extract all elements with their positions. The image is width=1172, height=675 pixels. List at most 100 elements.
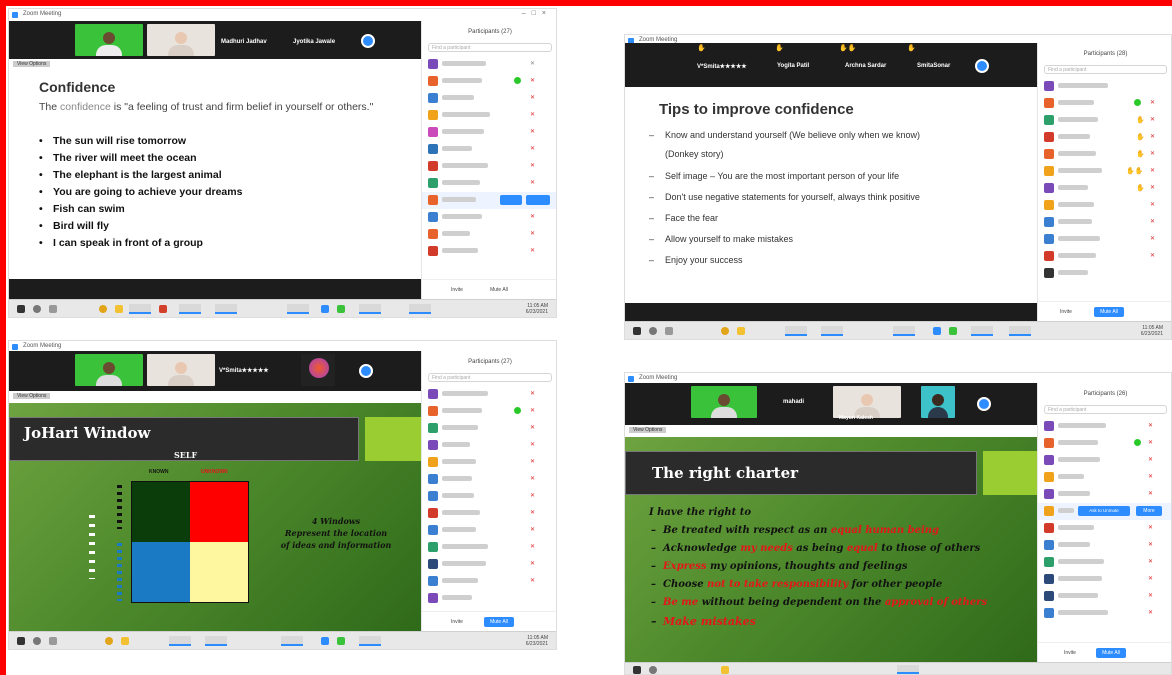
participant-row[interactable]: ✕ <box>422 141 556 158</box>
participant-row[interactable]: ✕ <box>422 420 556 437</box>
chrome-icon[interactable] <box>721 327 729 335</box>
participant-video-tile[interactable] <box>147 354 215 386</box>
window-controls[interactable]: –□× <box>522 10 552 17</box>
more-button[interactable] <box>526 195 550 205</box>
app-icon[interactable] <box>337 305 345 313</box>
folder-icon[interactable] <box>737 327 745 335</box>
participant-row[interactable]: ✕ <box>422 522 556 539</box>
participant-row[interactable]: ✕ <box>422 403 556 420</box>
participant-row[interactable] <box>1038 265 1171 282</box>
mic-muted-icon[interactable]: ✕ <box>1148 558 1153 565</box>
taskbar-app[interactable] <box>409 304 431 314</box>
mic-muted-icon[interactable]: ✕ <box>1150 133 1155 140</box>
participant-row[interactable]: ✕ <box>1038 197 1171 214</box>
participant-video-tile[interactable] <box>691 386 757 418</box>
mic-muted-icon[interactable]: ✕ <box>530 492 535 499</box>
windows-start-icon[interactable] <box>17 637 25 645</box>
participant-row[interactable]: ✕ <box>1038 231 1171 248</box>
participant-row[interactable]: ✕ <box>422 124 556 141</box>
mic-muted-icon[interactable]: ✕ <box>530 128 535 135</box>
participant-row[interactable]: ✕ <box>422 243 556 260</box>
participant-name-tile[interactable]: V*Smita★★★★★ <box>697 63 747 70</box>
mic-muted-icon[interactable]: ✕ <box>1150 201 1155 208</box>
taskbar-app-zoom[interactable] <box>893 326 915 336</box>
task-view-icon[interactable] <box>665 327 673 335</box>
participant-row[interactable]: ✕ <box>1038 248 1171 265</box>
ask-to-unmute-button[interactable]: Ask to Unmute <box>1078 506 1130 516</box>
participant-row[interactable]: ✕ <box>422 226 556 243</box>
mic-muted-icon[interactable]: ✕ <box>530 577 535 584</box>
taskbar-app[interactable] <box>129 304 151 314</box>
windows-start-icon[interactable] <box>633 666 641 674</box>
invite-button[interactable]: Invite <box>444 617 470 627</box>
mic-muted-icon[interactable]: ✕ <box>1148 575 1153 582</box>
next-page-icon[interactable] <box>975 59 989 73</box>
participant-row[interactable]: ✕ <box>422 56 556 73</box>
participant-name-tile[interactable]: Jyotika Jawale <box>293 39 335 45</box>
mic-muted-icon[interactable]: ✕ <box>1150 167 1155 174</box>
participant-row[interactable]: ✕ <box>422 158 556 175</box>
participant-row[interactable]: ✕ <box>422 209 556 226</box>
participant-row[interactable]: ✋ ✕ <box>1038 146 1171 163</box>
mute-all-button[interactable]: Mute All <box>484 617 514 627</box>
mic-muted-icon[interactable]: ✕ <box>530 145 535 152</box>
participant-row[interactable]: ✕ <box>422 90 556 107</box>
participant-row[interactable]: ✕ <box>1038 571 1171 588</box>
chrome-icon[interactable] <box>105 637 113 645</box>
taskbar-app[interactable] <box>169 636 191 646</box>
search-icon[interactable] <box>649 327 657 335</box>
next-page-icon[interactable] <box>359 364 373 378</box>
mic-muted-icon[interactable]: ✕ <box>530 458 535 465</box>
participant-search-input[interactable]: Find a participant <box>428 373 552 382</box>
mic-muted-icon[interactable]: ✕ <box>1148 439 1153 446</box>
mic-muted-icon[interactable]: ✕ <box>1148 490 1153 497</box>
unmute-button[interactable] <box>500 195 522 205</box>
app-icon[interactable] <box>337 637 345 645</box>
participant-video-tile[interactable] <box>921 386 955 418</box>
participant-video-tile[interactable] <box>75 24 143 56</box>
task-view-icon[interactable] <box>49 637 57 645</box>
view-options-bar[interactable]: View Options <box>625 427 1037 435</box>
participant-row[interactable]: ✕ <box>1038 537 1171 554</box>
participant-row[interactable]: ✕ <box>1038 214 1171 231</box>
search-icon[interactable] <box>33 637 41 645</box>
mic-muted-icon[interactable]: ✕ <box>530 94 535 101</box>
participant-row[interactable]: ✕ <box>422 107 556 124</box>
mic-muted-icon[interactable]: ✕ <box>530 213 535 220</box>
mic-muted-icon[interactable]: ✕ <box>530 424 535 431</box>
participant-row[interactable]: ✕ <box>1038 486 1171 503</box>
app-icon[interactable] <box>321 305 329 313</box>
participant-row[interactable]: ✋ ✕ <box>1038 112 1171 129</box>
mic-muted-icon[interactable]: ✕ <box>1150 116 1155 123</box>
mic-muted-icon[interactable]: ✕ <box>1148 473 1153 480</box>
mic-muted-icon[interactable]: ✕ <box>1150 99 1155 106</box>
view-options-label[interactable]: View Options <box>13 61 51 67</box>
taskbar-app[interactable] <box>359 636 381 646</box>
participant-name-tile[interactable]: SmitaSonar <box>917 63 950 69</box>
mic-muted-icon[interactable]: ✕ <box>530 526 535 533</box>
participant-row[interactable]: ✕ <box>422 573 556 590</box>
participant-row-hover[interactable]: Ask to Unmute More <box>1038 503 1171 520</box>
participant-row[interactable]: ✕ <box>422 488 556 505</box>
next-page-icon[interactable] <box>977 397 991 411</box>
mic-muted-icon[interactable]: ✕ <box>530 247 535 254</box>
participant-row[interactable]: ✕ <box>422 556 556 573</box>
view-options-label[interactable]: View Options <box>629 427 667 433</box>
windows-start-icon[interactable] <box>17 305 25 313</box>
mic-muted-icon[interactable]: ✕ <box>530 475 535 482</box>
participant-search-input[interactable]: Find a participant <box>1044 65 1167 74</box>
mic-muted-icon[interactable]: ✕ <box>1148 422 1153 429</box>
participant-row[interactable]: ✋ ✕ <box>1038 129 1171 146</box>
taskbar-app[interactable] <box>1009 326 1031 336</box>
mic-muted-icon[interactable]: ✕ <box>1150 218 1155 225</box>
taskbar-app[interactable] <box>359 304 381 314</box>
mic-muted-icon[interactable]: ✕ <box>530 162 535 169</box>
mic-muted-icon[interactable]: ✕ <box>530 560 535 567</box>
mute-all-button[interactable]: Mute All <box>1094 307 1124 317</box>
view-options-bar[interactable]: View Options <box>9 393 421 401</box>
participant-row[interactable]: ✕ <box>1038 605 1171 622</box>
folder-icon[interactable] <box>121 637 129 645</box>
taskbar-app[interactable] <box>971 326 993 336</box>
windows-start-icon[interactable] <box>633 327 641 335</box>
participant-row[interactable] <box>422 590 556 607</box>
